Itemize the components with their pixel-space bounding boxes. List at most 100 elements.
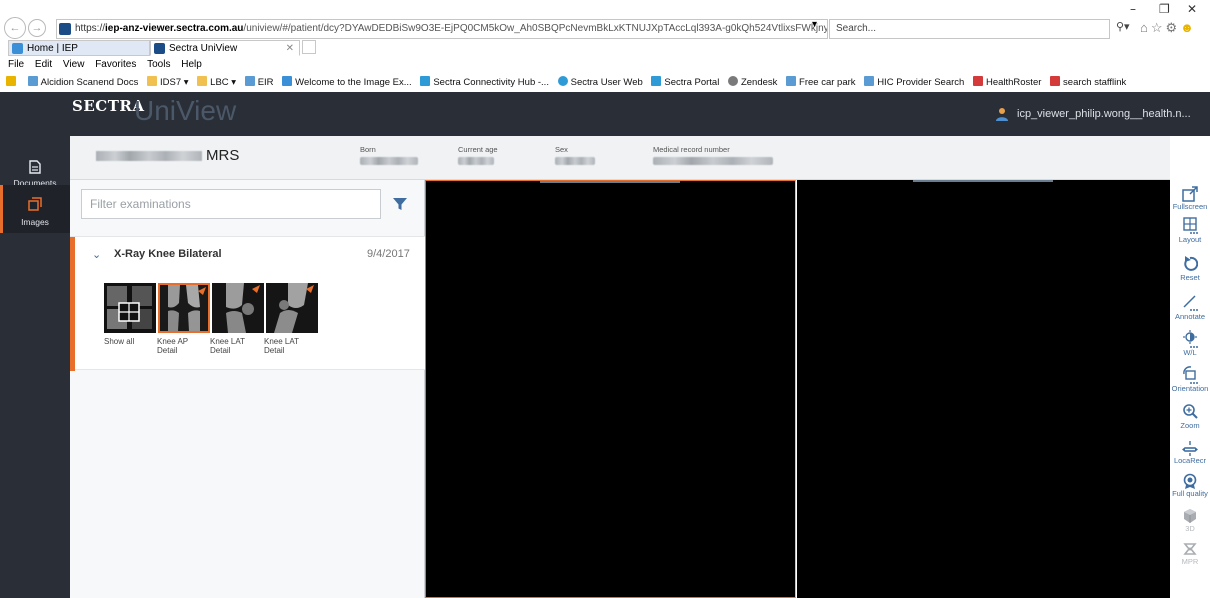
folder-icon: [197, 76, 208, 86]
new-tab-button[interactable]: [302, 40, 316, 54]
favorite-link[interactable]: Free car park: [786, 74, 856, 92]
patient-info-bar: MRS Born Current age Sex Medical record …: [70, 136, 1170, 180]
field-label: Medical record number: [653, 145, 730, 154]
favorite-link[interactable]: search stafflink: [1050, 74, 1126, 92]
menu-bar: File Edit View Favorites Tools Help: [0, 57, 1210, 73]
back-button[interactable]: ←: [4, 17, 26, 39]
favorite-link[interactable]: IDS7 ▾: [146, 74, 189, 92]
tab-home-iep[interactable]: Home | IEP: [8, 40, 150, 56]
tool-label: W/L: [1183, 348, 1197, 357]
tool-label: Reset: [1180, 273, 1200, 282]
star-icon[interactable]: ☆: [1151, 20, 1166, 35]
tool-fullscreen[interactable]: Fullscreen: [1170, 186, 1210, 211]
favorite-link[interactable]: HIC Provider Search: [864, 74, 964, 92]
favorite-link[interactable]: Zendesk: [727, 74, 777, 92]
favorite-link[interactable]: HealthRoster: [972, 74, 1041, 92]
tool-layout[interactable]: Layout: [1170, 217, 1210, 244]
menu-help[interactable]: Help: [181, 59, 202, 70]
chevron-down-icon[interactable]: ⌄: [92, 248, 101, 261]
filter-examinations-input[interactable]: Filter examinations: [81, 189, 381, 219]
patient-born-field: Born: [360, 145, 418, 165]
menu-file[interactable]: File: [8, 59, 24, 70]
series-caption: Knee LAT Detail: [264, 337, 299, 355]
favorite-link[interactable]: Alcidion Scanend Docs: [27, 74, 138, 92]
favorite-link[interactable]: Sectra User Web: [557, 74, 643, 92]
menu-view[interactable]: View: [63, 59, 85, 70]
patient-age-field: Current age: [458, 145, 498, 165]
menu-tools[interactable]: Tools: [147, 59, 170, 70]
exam-card[interactable]: ⌄ X-Ray Knee Bilateral 9/4/2017 Show all…: [70, 236, 425, 371]
favorite-icon: [244, 76, 255, 86]
home-icon[interactable]: ⌂: [1140, 20, 1151, 35]
address-bar[interactable]: https://iep-anz-viewer.sectra.com.au/uni…: [56, 19, 828, 39]
tool-label: Annotate: [1174, 312, 1206, 321]
tool-orientation[interactable]: Orientation: [1170, 366, 1210, 393]
browser-search-input[interactable]: Search...: [829, 19, 1110, 39]
tool-full-quality[interactable]: Full quality: [1170, 473, 1210, 498]
full-quality-icon: [1183, 473, 1197, 489]
address-host: iep-anz-viewer.sectra.com.au: [105, 23, 244, 34]
field-value-redacted: [555, 157, 595, 165]
tool-label: Fullscreen: [1172, 202, 1208, 211]
forward-button[interactable]: →: [28, 19, 46, 37]
patient-name-redacted: [96, 151, 202, 161]
tool-label: 3D: [1185, 524, 1195, 533]
user-name[interactable]: icp_viewer_philip.wong__health.n...: [1017, 108, 1191, 120]
series-thumbnail-knee-ap[interactable]: [158, 283, 210, 333]
folder-icon: [146, 76, 157, 86]
tool-annotate[interactable]: Annotate: [1170, 294, 1210, 321]
uniview-logo: UniView: [134, 95, 237, 126]
menu-edit[interactable]: Edit: [35, 59, 52, 70]
image-viewport-left[interactable]: [425, 180, 796, 598]
tool-reset[interactable]: Reset: [1170, 255, 1210, 282]
tool-localizer[interactable]: LocaRecr: [1170, 440, 1210, 465]
favorite-link[interactable]: Welcome to the Image Ex...: [282, 74, 412, 92]
field-value-redacted: [653, 157, 773, 165]
sidebar-item-images[interactable]: Images: [0, 185, 70, 233]
address-controls[interactable]: ▾: [812, 19, 828, 30]
left-sidebar: Documents Images: [0, 136, 70, 598]
tab-sectra-uniview[interactable]: Sectra UniView ✕: [150, 40, 300, 56]
xray-thumbnail-image: [212, 283, 264, 333]
favorite-link[interactable]: EIR: [244, 74, 274, 92]
xray-thumbnail-image: [266, 283, 318, 333]
favorites-star-icon[interactable]: [6, 74, 19, 92]
tool-zoom[interactable]: Zoom: [1170, 403, 1210, 430]
tab-close-icon[interactable]: ✕: [286, 41, 294, 57]
menu-favorites[interactable]: Favorites: [95, 59, 136, 70]
app-header: SECTRA UniView icp_viewer_philip.wong__h…: [0, 92, 1210, 136]
reset-icon: [1184, 256, 1198, 271]
layout-icon: [1183, 217, 1198, 234]
favorite-link[interactable]: Sectra Connectivity Hub -...: [420, 74, 549, 92]
user-icon[interactable]: [995, 107, 1009, 121]
series-caption: Knee LAT Detail: [210, 337, 245, 355]
restore-button[interactable]: ❐: [1159, 2, 1170, 16]
favorites-bar: Alcidion Scanend Docs IDS7 ▾ LBC ▾ EIR W…: [0, 74, 1210, 92]
favorite-icon: [864, 76, 875, 86]
gear-icon[interactable]: ⚙: [1166, 20, 1181, 35]
series-thumbnail-knee-lat-1[interactable]: [212, 283, 264, 333]
favorite-icon: [651, 76, 662, 86]
tool-3d[interactable]: 3D: [1170, 508, 1210, 533]
favorite-link[interactable]: Sectra Portal: [651, 74, 719, 92]
favorite-link[interactable]: LBC ▾: [197, 74, 236, 92]
examinations-panel: Filter examinations ⌄ X-Ray Knee Bilater…: [70, 180, 425, 598]
filter-icon[interactable]: [392, 196, 408, 212]
close-window-button[interactable]: ✕: [1187, 2, 1197, 16]
series-thumbnail-show-all[interactable]: [104, 283, 156, 333]
tab-favicon-icon: [154, 43, 165, 54]
tool-label: Zoom: [1180, 421, 1200, 430]
images-icon: [28, 197, 42, 211]
tool-mpr[interactable]: MPR: [1170, 541, 1210, 566]
tab-label: Home | IEP: [27, 43, 78, 54]
tool-label: Orientation: [1171, 384, 1209, 393]
image-viewport-right[interactable]: [797, 180, 1170, 598]
tool-window-level[interactable]: W/L: [1170, 330, 1210, 357]
patient-title: MRS: [206, 147, 240, 164]
search-icon[interactable]: ⚲▾: [1116, 20, 1130, 33]
mpr-icon: [1183, 543, 1197, 555]
document-icon: [29, 160, 41, 174]
minimize-button[interactable]: –: [1130, 2, 1136, 16]
series-thumbnail-knee-lat-2[interactable]: [266, 283, 318, 333]
smiley-icon[interactable]: ☻: [1180, 20, 1197, 35]
